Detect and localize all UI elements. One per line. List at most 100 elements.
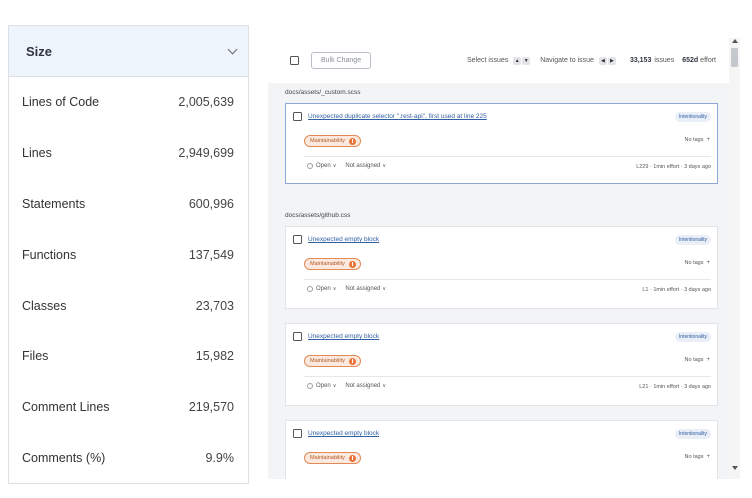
issue-title-link[interactable]: Unexpected duplicate selector ".rest-api… [308, 113, 487, 120]
size-panel-header[interactable]: Size [9, 26, 248, 77]
chevron-down-icon[interactable]: ∨ [333, 163, 337, 169]
status-dropdown[interactable]: Open [316, 383, 331, 389]
metric-label: Classes [22, 298, 67, 313]
chevron-down-icon[interactable]: ∨ [382, 163, 386, 169]
bulk-change-button[interactable]: Bulk Change [311, 52, 372, 69]
metric-label: Comment Lines [22, 400, 110, 415]
tags-control[interactable]: No tags + [685, 357, 710, 363]
metric-value[interactable]: 23,703 [196, 299, 234, 313]
size-panel-title: Size [26, 43, 53, 59]
metric-row-comments-percent: Comments (%) 9.9% [9, 433, 248, 483]
arrow-right-key-icon: ▶ [607, 56, 616, 65]
metric-value[interactable]: 2,005,639 [178, 95, 234, 109]
metric-row-comment-lines: Comment Lines 219,570 [9, 382, 248, 433]
issue-meta: L1 · 1min effort · 3 days ago [642, 287, 711, 293]
status-dropdown[interactable]: Open [316, 163, 331, 169]
maintainability-badge[interactable]: Maintainability [304, 355, 361, 367]
tags-label: No tags [684, 454, 704, 460]
issues-toolbar: Bulk Change Select issues ▲ ▼ Navigate t… [268, 38, 729, 83]
file-path: docs/assets/github.css [285, 212, 351, 219]
intentionality-tag: Intentionality [674, 429, 711, 439]
severity-icon [348, 454, 356, 462]
add-tag-icon[interactable]: + [706, 260, 710, 266]
metric-value[interactable]: 137,549 [189, 248, 234, 262]
scroll-up-icon[interactable] [732, 39, 738, 43]
arrow-left-key-icon: ◀ [598, 56, 607, 65]
issue-title-link[interactable]: Unexpected empty block [308, 236, 379, 243]
issues-scrollbar[interactable] [729, 38, 740, 479]
select-issues-label: Select issues [466, 57, 509, 64]
issues-panel: Bulk Change Select issues ▲ ▼ Navigate t… [268, 38, 740, 479]
metric-row-statements: Statements 600,996 [9, 179, 248, 230]
metric-row-lines-of-code: Lines of Code 2,005,639 [9, 77, 248, 128]
status-circle-icon [307, 163, 313, 169]
tags-label: No tags [684, 357, 704, 363]
tags-control[interactable]: No tags + [685, 260, 710, 266]
tags-control[interactable]: No tags + [685, 137, 710, 143]
issue-checkbox[interactable] [293, 429, 302, 438]
assignee-dropdown[interactable]: Not assigned [345, 163, 380, 169]
maintainability-badge[interactable]: Maintainability [304, 452, 361, 464]
severity-icon [348, 357, 356, 365]
metric-label: Files [22, 349, 49, 364]
metric-label: Lines [22, 146, 52, 161]
total-effort: 652d [682, 57, 699, 64]
metric-label: Functions [22, 247, 77, 262]
issue-title-link[interactable]: Unexpected empty block [308, 333, 379, 340]
tags-control[interactable]: No tags + [685, 454, 710, 460]
assignee-dropdown[interactable]: Not assigned [345, 383, 380, 389]
issue-checkbox[interactable] [293, 332, 302, 341]
metric-label: Statements [22, 196, 86, 211]
assignee-dropdown[interactable]: Not assigned [345, 286, 380, 292]
metric-row-lines: Lines 2,949,699 [9, 128, 248, 179]
metric-value[interactable]: 600,996 [189, 197, 234, 211]
card-divider [304, 156, 711, 157]
chevron-down-icon[interactable]: ∨ [333, 286, 337, 292]
intentionality-tag: Intentionality [674, 235, 711, 245]
size-panel: Size Lines of Code 2,005,639 Lines 2,949… [8, 25, 249, 484]
scroll-down-icon[interactable] [732, 466, 738, 470]
metric-value[interactable]: 9.9% [206, 451, 235, 465]
metric-value[interactable]: 219,570 [189, 400, 234, 414]
chevron-down-icon[interactable]: ∨ [382, 383, 386, 389]
metric-row-files: Files 15,982 [9, 331, 248, 382]
add-tag-icon[interactable]: + [706, 137, 710, 143]
arrow-up-key-icon: ▲ [513, 56, 522, 65]
metric-value[interactable]: 15,982 [196, 349, 234, 363]
add-tag-icon[interactable]: + [706, 357, 710, 363]
issue-card[interactable]: Unexpected empty block Intentionality Ma… [285, 323, 718, 406]
severity-icon [348, 260, 356, 268]
scrollbar-thumb[interactable] [731, 48, 738, 67]
select-all-checkbox[interactable] [290, 56, 299, 65]
issue-meta: L21 · 1min effort · 3 days ago [639, 384, 711, 390]
issue-title-link[interactable]: Unexpected empty block [308, 430, 379, 437]
metric-label: Comments (%) [22, 450, 106, 465]
add-tag-icon[interactable]: + [706, 454, 710, 460]
status-circle-icon [307, 286, 313, 292]
status-circle-icon [307, 383, 313, 389]
metric-row-classes: Classes 23,703 [9, 280, 248, 331]
badge-label: Maintainability [310, 358, 345, 364]
issue-count: 33,153 [629, 57, 652, 64]
tags-label: No tags [684, 260, 704, 266]
metric-label: Lines of Code [22, 95, 100, 110]
badge-label: Maintainability [310, 138, 345, 144]
chevron-down-icon[interactable]: ∨ [382, 286, 386, 292]
metric-value[interactable]: 2,949,699 [178, 146, 234, 160]
issue-checkbox[interactable] [293, 112, 302, 121]
chevron-down-icon[interactable] [227, 44, 238, 54]
arrow-down-key-icon: ▼ [522, 56, 531, 65]
issue-count-label: issues [654, 57, 675, 64]
issue-card[interactable]: Unexpected empty block Intentionality Ma… [285, 420, 718, 479]
issue-card[interactable]: Unexpected duplicate selector ".rest-api… [285, 103, 718, 184]
chevron-down-icon[interactable]: ∨ [333, 383, 337, 389]
issue-card[interactable]: Unexpected empty block Intentionality Ma… [285, 226, 718, 309]
maintainability-badge[interactable]: Maintainability [304, 258, 361, 270]
issue-checkbox[interactable] [293, 235, 302, 244]
status-dropdown[interactable]: Open [316, 286, 331, 292]
total-effort-label: effort [700, 57, 716, 64]
issue-footer: Open ∨ Not assigned ∨ [307, 383, 386, 389]
intentionality-tag: Intentionality [674, 332, 711, 342]
maintainability-badge[interactable]: Maintainability [304, 135, 361, 147]
badge-label: Maintainability [310, 261, 345, 267]
